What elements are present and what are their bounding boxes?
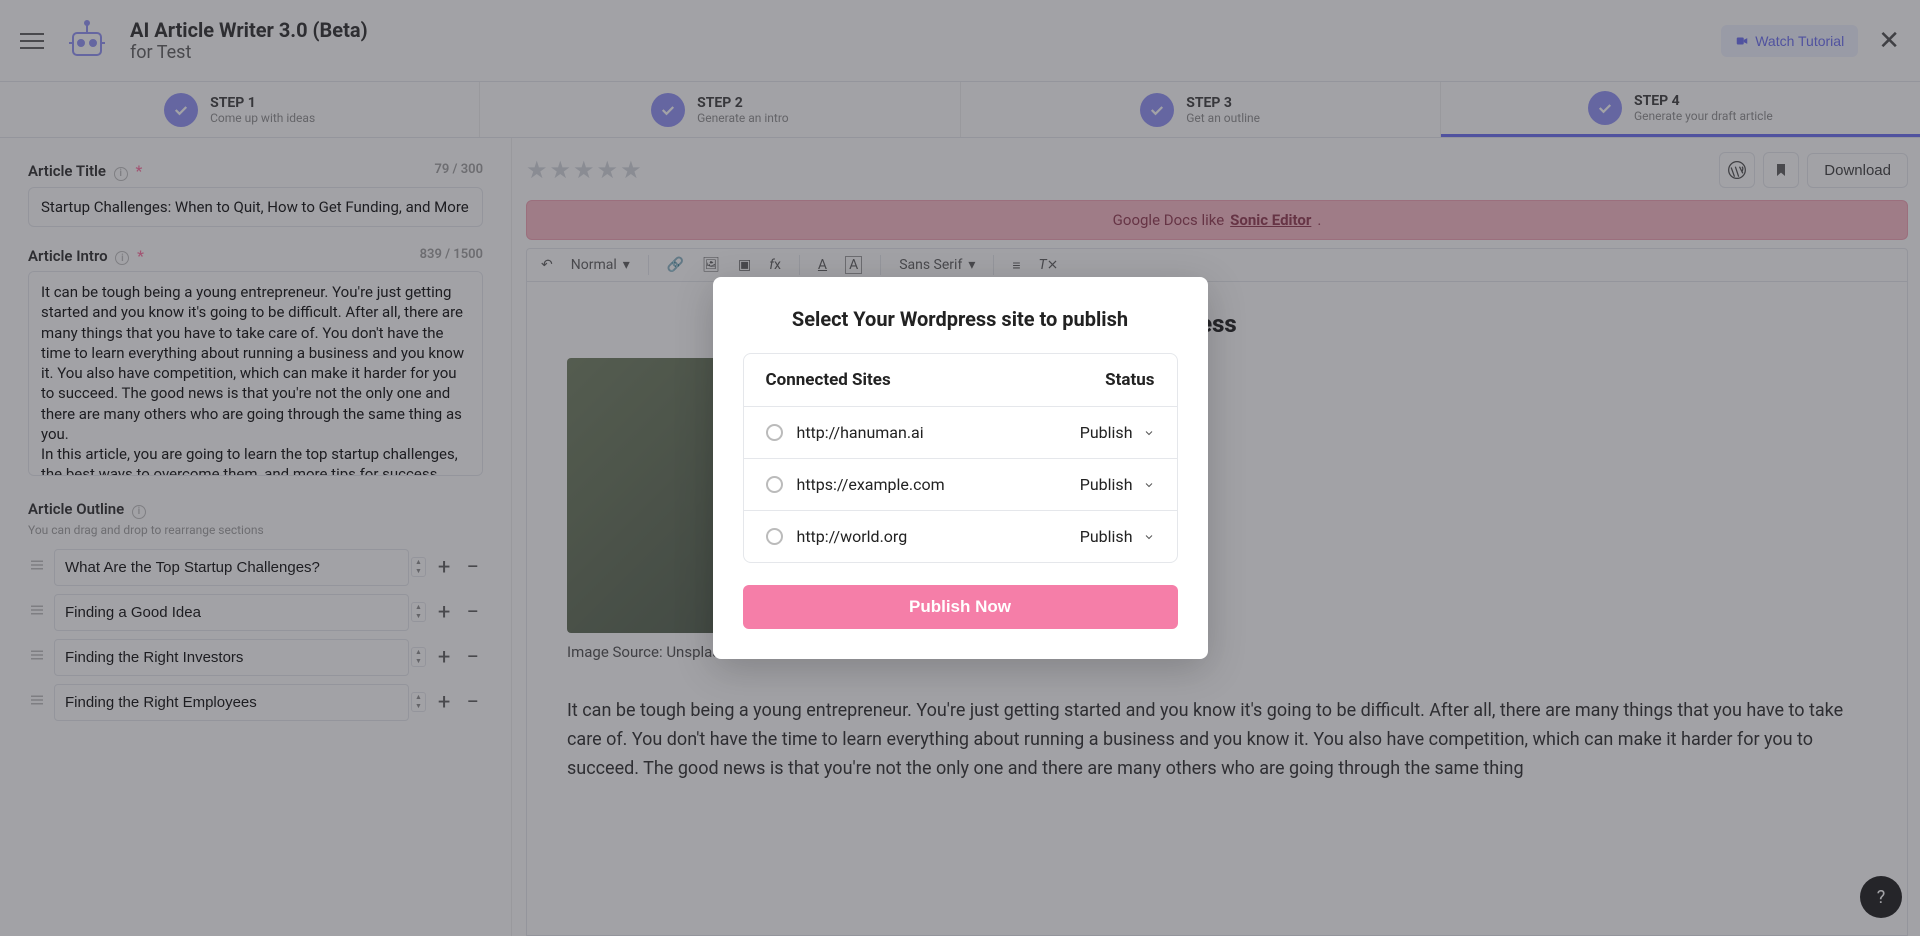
chevron-down-icon [1143, 427, 1155, 439]
site-radio[interactable] [766, 528, 783, 545]
chevron-down-icon [1143, 479, 1155, 491]
wordpress-publish-modal: Select Your Wordpress site to publish Co… [713, 277, 1208, 659]
site-radio[interactable] [766, 476, 783, 493]
status-select[interactable]: Publish [1080, 475, 1155, 494]
site-url: https://example.com [797, 475, 1066, 494]
publish-now-button[interactable]: Publish Now [743, 585, 1178, 629]
connected-sites-table: Connected Sites Status http://hanuman.ai… [743, 353, 1178, 563]
site-row: http://hanuman.ai Publish [744, 407, 1177, 459]
site-radio[interactable] [766, 424, 783, 441]
status-select[interactable]: Publish [1080, 527, 1155, 546]
site-url: http://hanuman.ai [797, 423, 1066, 442]
col-sites-header: Connected Sites [766, 370, 1106, 390]
modal-overlay[interactable]: Select Your Wordpress site to publish Co… [0, 0, 1920, 936]
site-url: http://world.org [797, 527, 1066, 546]
status-select[interactable]: Publish [1080, 423, 1155, 442]
col-status-header: Status [1105, 370, 1154, 390]
modal-title: Select Your Wordpress site to publish [743, 307, 1178, 331]
site-row: https://example.com Publish [744, 459, 1177, 511]
chevron-down-icon [1143, 531, 1155, 543]
site-row: http://world.org Publish [744, 511, 1177, 562]
